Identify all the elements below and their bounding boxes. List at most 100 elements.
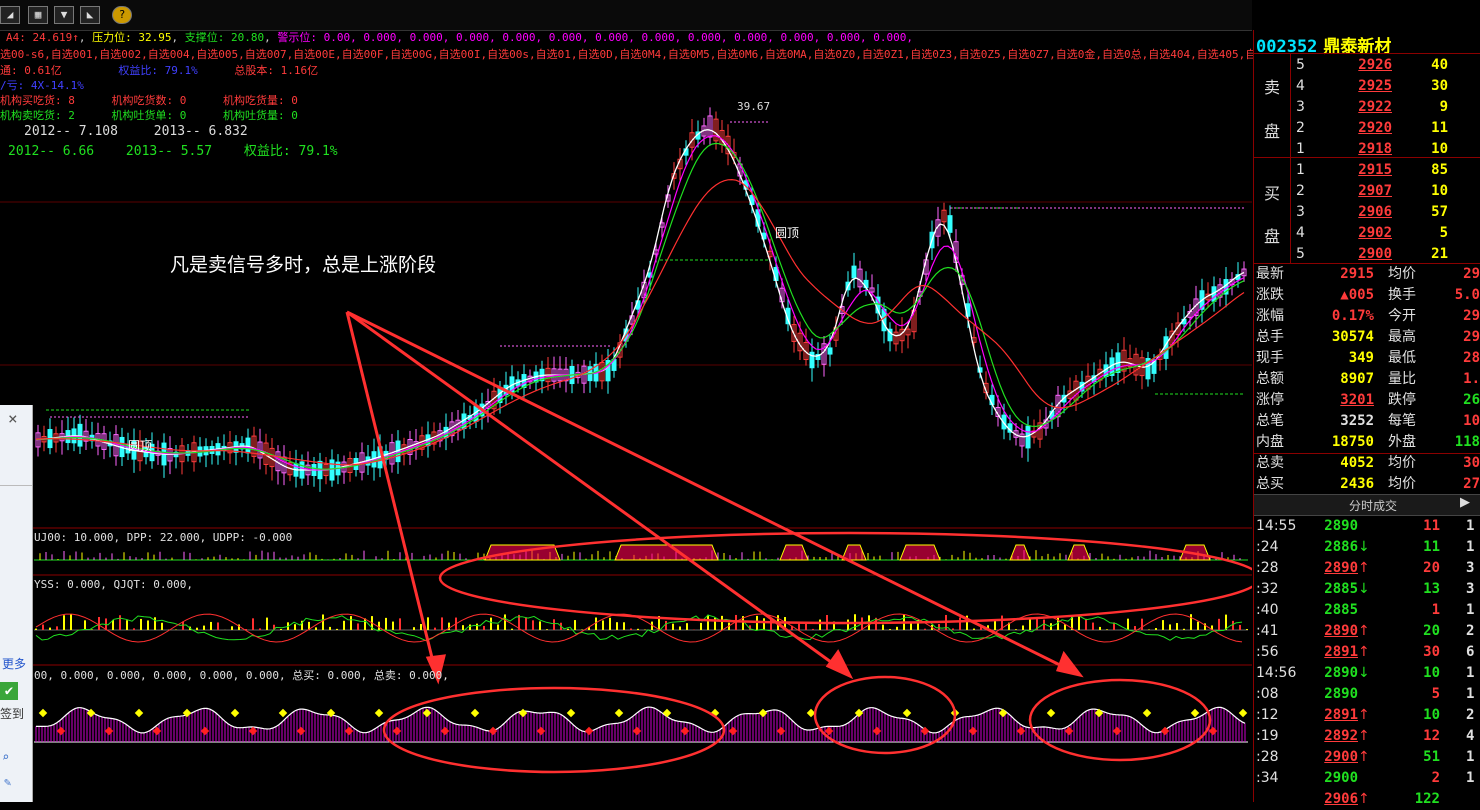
ticks-header-bar[interactable]: 分时成交 ▶ — [1254, 494, 1480, 516]
buy-price: 2915 — [1358, 162, 1392, 178]
buy-order-row[interactable]: 2 2907 10 — [1254, 181, 1480, 202]
tick-row[interactable]: :28 2890 ↑ 20 3 — [1254, 558, 1480, 579]
tick-row[interactable]: :12 2891 ↑ 10 2 — [1254, 705, 1480, 726]
signal-diamond — [1112, 726, 1122, 736]
quote-value: 0.17% — [1331, 308, 1374, 324]
chevron-right-icon[interactable]: ▶ — [1460, 495, 1470, 510]
buy-order-row[interactable]: 4 2902 5 — [1254, 223, 1480, 244]
more-link[interactable]: 更多 — [2, 655, 26, 672]
quote-row[interactable]: 总笔 3252 每笔 10 — [1254, 411, 1480, 432]
sub1-block — [1009, 544, 1031, 561]
tick-volume: 1 — [1431, 602, 1440, 618]
buy-order-row[interactable]: 3 2906 57 — [1254, 202, 1480, 223]
quote-row[interactable]: 最新 2915 均价 29 — [1254, 264, 1480, 285]
zeros-values: 0.000, 0.000, 0.000, 0.000, 0.000, 0.000… — [363, 31, 913, 44]
buy-price: 2900 — [1358, 246, 1392, 262]
sell-order-row[interactable]: 3 2922 9 — [1254, 97, 1480, 118]
signal-diamond — [758, 708, 768, 718]
quote-value: 2915 — [1340, 266, 1374, 282]
signin-label[interactable]: 签到 — [0, 705, 24, 722]
chart-icon[interactable]: ◢ — [0, 6, 20, 24]
quote-value: 2436 — [1340, 476, 1374, 492]
quote-row[interactable]: 总额 8907 量比 1. — [1254, 369, 1480, 390]
close-icon[interactable]: × — [8, 409, 18, 428]
help-icon[interactable]: ? — [112, 6, 132, 24]
quote-row[interactable]: 内盘 18750 外盘 118 — [1254, 432, 1480, 453]
tick-row[interactable]: 2906 ↑ 122 — [1254, 789, 1480, 810]
quote-label: 最新 — [1256, 266, 1284, 282]
sub-indicator-1 — [34, 544, 1248, 561]
sell-price: 2922 — [1358, 99, 1392, 115]
level-number: 3 — [1296, 99, 1305, 115]
quote-value: 30574 — [1331, 329, 1374, 345]
quote-row[interactable]: 涨跌 ▲005 换手 5.0 — [1254, 285, 1480, 306]
quote-label: 现手 — [1256, 350, 1284, 366]
tick-arrow: ↓ — [1358, 665, 1370, 681]
sell-order-row[interactable]: 2 2920 11 — [1254, 118, 1480, 139]
quote-row[interactable]: 涨停 3201 跌停 26 — [1254, 390, 1480, 411]
tick-arrow: ↑ — [1358, 560, 1370, 576]
signal-diamond — [1238, 708, 1248, 718]
ratio-line: /亏: 4X-14.1% — [0, 79, 84, 92]
signal-diamond — [518, 708, 528, 718]
candle-body — [77, 423, 83, 447]
quote-label: 涨停 — [1256, 392, 1284, 408]
quote-value: 29 — [1463, 329, 1480, 345]
level-number: 4 — [1296, 225, 1305, 241]
eps-line: 2012-- 7.108 2013-- 6.832 — [24, 124, 248, 139]
quote-row[interactable]: 总卖 4052 均价 30 — [1254, 453, 1480, 474]
buy-order-row[interactable]: 5 2900 21 — [1254, 244, 1480, 265]
settings-icon[interactable]: ✎ — [4, 775, 11, 789]
tick-row[interactable]: :28 2900 ↑ 51 1 — [1254, 747, 1480, 768]
graph-icon[interactable]: ◣ — [80, 6, 100, 24]
tick-price: 2891 — [1324, 707, 1358, 723]
buy-price: 2902 — [1358, 225, 1392, 241]
sub1-block — [614, 544, 719, 561]
tick-count: 1 — [1466, 518, 1475, 534]
signal-diamond — [1208, 726, 1218, 736]
sell-order-row[interactable]: 4 2925 30 — [1254, 76, 1480, 97]
signal-diamond — [632, 726, 642, 736]
signal-diamond — [614, 708, 624, 718]
tick-row[interactable]: :19 2892 ↑ 12 4 — [1254, 726, 1480, 747]
tick-row[interactable]: :41 2890 ↑ 20 2 — [1254, 621, 1480, 642]
tick-time: :40 — [1256, 602, 1279, 618]
quote-value: 28 — [1463, 350, 1480, 366]
sell-order-row[interactable]: 5 2926 40 — [1254, 55, 1480, 76]
kline-chart-area[interactable]: A4: 24.619↑, 压力位: 32.95, 支撑位: 20.80, 警示位… — [0, 30, 1267, 802]
tick-time: :28 — [1256, 749, 1279, 765]
moving-average-lines — [35, 121, 1245, 471]
buy-order-row[interactable]: 1 2915 85 — [1254, 160, 1480, 181]
tick-arrow: ↑ — [1358, 707, 1370, 723]
tick-price: 2890 — [1324, 665, 1358, 681]
quote-row[interactable]: 涨幅 0.17% 今开 29 — [1254, 306, 1480, 327]
tick-row[interactable]: 14:55 2890 11 1 — [1254, 516, 1480, 537]
checkin-icon[interactable]: ✔ — [0, 682, 18, 700]
tick-row[interactable]: :40 2885 1 1 — [1254, 600, 1480, 621]
quote-label: 外盘 — [1388, 434, 1416, 450]
buy-price: 2906 — [1358, 204, 1392, 220]
quote-label: 换手 — [1388, 287, 1416, 303]
tick-count: 1 — [1466, 770, 1475, 786]
tick-row[interactable]: :34 2900 2 1 — [1254, 768, 1480, 789]
search-icon[interactable]: ⌕ — [2, 750, 9, 764]
quote-row[interactable]: 总买 2436 均价 27 — [1254, 474, 1480, 495]
quote-value: 3252 — [1340, 413, 1374, 429]
calendar-icon[interactable]: ▦ — [28, 6, 48, 24]
signal-diamond — [200, 726, 210, 736]
tick-volume: 13 — [1423, 581, 1440, 597]
tick-row[interactable]: :24 2886 ↓ 11 1 — [1254, 537, 1480, 558]
sell-volume: 30 — [1431, 78, 1448, 94]
tick-row[interactable]: :56 2891 ↑ 30 6 — [1254, 642, 1480, 663]
buy-volume: 10 — [1431, 183, 1448, 199]
sub-indicator-3 — [34, 706, 1248, 743]
candle-body — [947, 215, 953, 233]
tick-row[interactable]: :08 2890 5 1 — [1254, 684, 1480, 705]
quote-label: 涨跌 — [1256, 287, 1284, 303]
tick-row[interactable]: 14:56 2890 ↓ 10 1 — [1254, 663, 1480, 684]
tick-row[interactable]: :32 2885 ↓ 13 3 — [1254, 579, 1480, 600]
quote-row[interactable]: 现手 349 最低 28 — [1254, 348, 1480, 369]
quote-row[interactable]: 总手 30574 最高 29 — [1254, 327, 1480, 348]
sub2-line — [35, 614, 1243, 642]
download-icon[interactable]: ▼ — [54, 6, 74, 24]
